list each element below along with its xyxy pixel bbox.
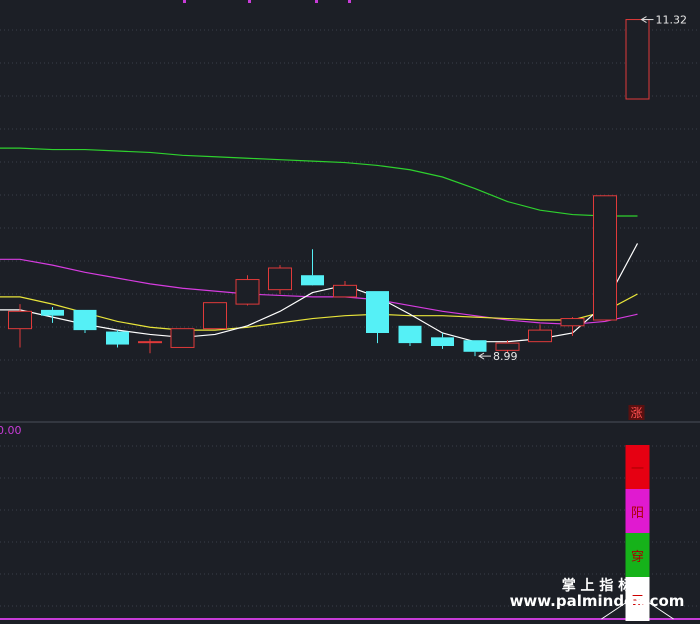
candle-body — [333, 284, 357, 298]
candle-body — [73, 309, 97, 331]
candle-body — [528, 329, 552, 343]
indicator-segment-label: 阳 — [631, 506, 644, 521]
candle-body — [560, 318, 585, 327]
candle — [235, 275, 260, 306]
low-label: 8.99 — [493, 350, 518, 363]
candle-body — [463, 340, 487, 352]
ma-line-green — [0, 147, 638, 217]
candle — [106, 330, 129, 348]
candle — [268, 265, 292, 294]
candle — [170, 328, 195, 348]
candle-body — [268, 267, 292, 291]
candle — [138, 338, 162, 354]
candle-body — [41, 309, 64, 316]
candle-body — [170, 328, 195, 348]
candle — [593, 195, 617, 321]
candle — [366, 291, 389, 344]
candlestick-chart: 11.328.99涨0.00一阳穿三掌 上 指 标www.palmindex.c… — [0, 0, 700, 621]
candle-body — [235, 279, 260, 305]
candle-body — [203, 302, 227, 330]
top-marker — [183, 0, 186, 3]
candle-body — [138, 341, 162, 344]
candle — [41, 307, 64, 323]
high-label: 11.32 — [656, 14, 688, 27]
candle-body — [106, 331, 129, 345]
candle — [203, 302, 227, 330]
top-marker — [315, 0, 318, 3]
top-marker — [348, 0, 351, 3]
candle-body — [431, 337, 454, 346]
candle — [398, 325, 422, 346]
candle — [8, 304, 32, 348]
candle — [73, 309, 97, 333]
candle-body — [625, 19, 650, 100]
indicator-value: 0.00 — [0, 424, 22, 437]
indicator-segment-label: 穿 — [631, 549, 644, 565]
candle-body — [398, 325, 422, 344]
candle-body — [301, 275, 324, 286]
indicator-segment-label: 一 — [631, 462, 644, 477]
candle-body — [8, 310, 32, 330]
watermark-url: www.palmindex.com — [510, 592, 685, 610]
candle-body — [366, 291, 389, 333]
rise-badge-label: 涨 — [630, 405, 642, 420]
candle — [301, 249, 324, 286]
top-marker — [248, 0, 251, 3]
candle — [625, 19, 650, 100]
candle — [333, 281, 357, 298]
candle-body — [593, 195, 617, 321]
